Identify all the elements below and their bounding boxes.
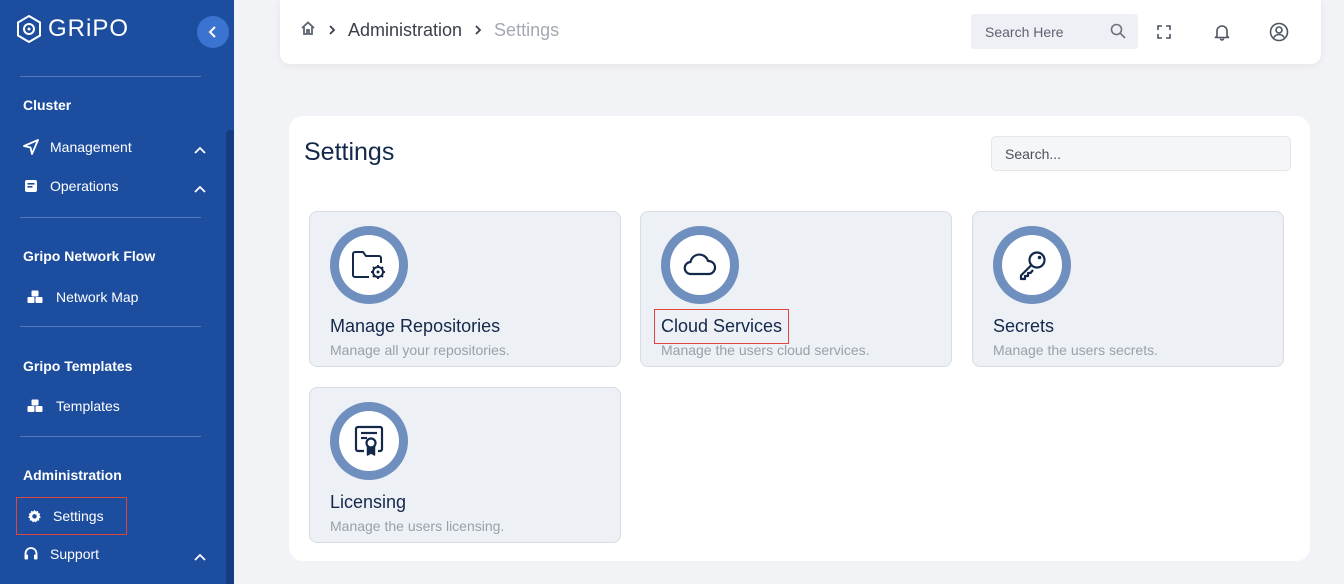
tile-licensing[interactable]: Licensing Manage the users licensing. bbox=[309, 387, 621, 543]
section-title-cluster: Cluster bbox=[23, 97, 72, 113]
logo-text: GRiPO bbox=[48, 15, 130, 42]
top-search-placeholder: Search Here bbox=[985, 23, 1064, 40]
collapse-sidebar-button[interactable] bbox=[197, 16, 229, 48]
top-search-input[interactable]: Search Here bbox=[971, 14, 1138, 49]
page-title: Settings bbox=[304, 138, 395, 166]
document-icon bbox=[22, 177, 40, 195]
sidebar-item-label: Support bbox=[50, 546, 100, 562]
tile-icon-ring bbox=[993, 226, 1071, 304]
divider bbox=[20, 76, 201, 77]
tile-icon-ring bbox=[330, 226, 408, 304]
fullscreen-icon[interactable] bbox=[1154, 22, 1174, 42]
chevron-left-icon bbox=[208, 26, 216, 38]
tile-description: Manage the users secrets. bbox=[993, 342, 1158, 358]
tile-description: Manage the users licensing. bbox=[330, 518, 505, 534]
sidebar-scrollbar[interactable] bbox=[226, 130, 234, 584]
bell-icon[interactable] bbox=[1212, 22, 1232, 42]
search-icon[interactable] bbox=[1110, 23, 1126, 42]
tile-title: Licensing bbox=[330, 492, 407, 512]
sidebar-item-support[interactable]: Support bbox=[16, 537, 216, 571]
tile-title: Manage Repositories bbox=[330, 316, 501, 336]
tile-title: Secrets bbox=[993, 316, 1055, 336]
chevron-up-icon[interactable] bbox=[194, 180, 206, 196]
send-icon bbox=[22, 138, 40, 156]
chevron-right-icon bbox=[328, 20, 336, 41]
cubes-icon bbox=[26, 288, 44, 306]
user-avatar-icon[interactable] bbox=[1269, 22, 1289, 42]
home-icon[interactable] bbox=[300, 20, 316, 41]
sidebar-item-label: Settings bbox=[53, 508, 104, 524]
sidebar-item-network-map[interactable]: Network Map bbox=[16, 280, 216, 314]
sidebar: GRiPO Cluster Management Operations Grip… bbox=[0, 0, 234, 584]
tile-icon-ring bbox=[661, 226, 739, 304]
breadcrumb: Administration Settings bbox=[300, 20, 559, 41]
breadcrumb-settings: Settings bbox=[494, 20, 560, 40]
tile-title: Cloud Services bbox=[654, 309, 790, 344]
top-bar: Administration Settings Search Here bbox=[280, 0, 1321, 64]
sidebar-item-templates[interactable]: Templates bbox=[16, 389, 216, 423]
key-icon bbox=[1019, 251, 1046, 281]
tile-description: Manage all your repositories. bbox=[330, 342, 510, 358]
breadcrumb-administration[interactable]: Administration bbox=[348, 20, 462, 41]
chevron-right-icon bbox=[474, 20, 482, 41]
section-title-administration: Administration bbox=[23, 467, 122, 483]
tile-description: Manage the users cloud services. bbox=[661, 342, 870, 358]
sidebar-item-label: Management bbox=[50, 139, 132, 155]
folder-gear-icon bbox=[352, 251, 385, 279]
settings-search-input[interactable]: Search... bbox=[991, 136, 1291, 171]
sidebar-item-operations[interactable]: Operations bbox=[16, 169, 216, 203]
divider bbox=[20, 217, 201, 218]
chevron-up-icon[interactable] bbox=[194, 141, 206, 157]
tile-secrets[interactable]: Secrets Manage the users secrets. bbox=[972, 211, 1284, 367]
cloud-icon bbox=[683, 253, 717, 276]
certificate-icon bbox=[354, 425, 384, 456]
sidebar-item-label: Operations bbox=[50, 178, 119, 194]
tile-manage-repositories[interactable]: Manage Repositories Manage all your repo… bbox=[309, 211, 621, 367]
logo[interactable]: GRiPO bbox=[14, 14, 129, 44]
settings-panel: Settings Search... Manage Repositories M… bbox=[289, 116, 1310, 561]
logo-icon bbox=[17, 14, 41, 44]
section-title-templates: Gripo Templates bbox=[23, 358, 133, 374]
sidebar-item-management[interactable]: Management bbox=[16, 130, 216, 164]
cubes-icon bbox=[26, 397, 44, 415]
tile-icon-ring bbox=[330, 402, 408, 480]
settings-search-placeholder: Search... bbox=[1005, 145, 1062, 162]
divider bbox=[20, 436, 201, 437]
divider bbox=[20, 326, 201, 327]
tile-cloud-services[interactable]: Cloud Services Manage the users cloud se… bbox=[640, 211, 952, 367]
headset-icon bbox=[22, 545, 40, 563]
gear-icon bbox=[25, 507, 43, 525]
sidebar-item-label: Network Map bbox=[56, 289, 139, 305]
section-title-network-flow: Gripo Network Flow bbox=[23, 248, 156, 264]
sidebar-item-settings[interactable]: Settings bbox=[16, 497, 127, 535]
sidebar-item-label: Templates bbox=[56, 398, 120, 414]
chevron-up-icon[interactable] bbox=[194, 548, 206, 564]
